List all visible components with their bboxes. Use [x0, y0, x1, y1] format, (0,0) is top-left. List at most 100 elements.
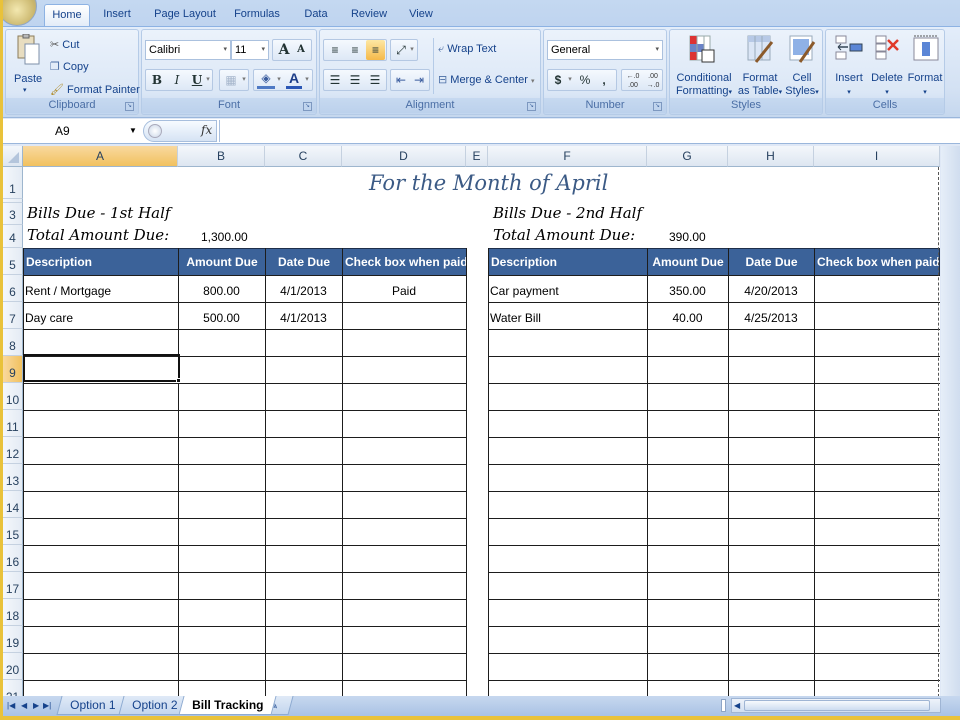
borders-button[interactable]: ▦ ▾ — [219, 69, 249, 91]
delete-cells-button[interactable]: Delete ▾ — [870, 72, 904, 99]
chevron-down-icon[interactable]: ▾ — [303, 70, 311, 90]
row-header-18[interactable]: 18 — [3, 599, 23, 626]
tab-review[interactable]: Review — [345, 4, 393, 26]
number-format-select[interactable]: General ▾ — [547, 40, 663, 60]
cut-button[interactable]: ✂ Cut — [50, 38, 79, 51]
tab-data[interactable]: Data — [299, 4, 333, 26]
increase-decimal-button[interactable]: ←.0.00 — [623, 72, 643, 90]
second-half-row-2-amount[interactable]: 40.00 — [647, 305, 728, 331]
column-header-e[interactable]: E — [466, 146, 488, 167]
second-half-row-1-amount[interactable]: 350.00 — [647, 278, 728, 304]
paste-dropdown-icon[interactable]: ▾ — [23, 86, 27, 94]
last-sheet-button[interactable]: ▶| — [43, 698, 51, 714]
grow-font-button[interactable]: A — [277, 40, 291, 60]
bold-button[interactable]: B — [150, 70, 164, 90]
conditional-formatting-button[interactable]: Conditional Formatting▾ — [675, 72, 733, 99]
align-right-button[interactable]: ☰ — [366, 70, 384, 90]
first-half-row-1-description[interactable]: Rent / Mortgage — [23, 278, 113, 304]
tab-home[interactable]: Home — [44, 4, 90, 26]
chevron-down-icon[interactable]: ▾ — [566, 70, 574, 90]
format-cells-button[interactable]: Format ▾ — [906, 72, 944, 99]
copy-button[interactable]: ❐ Copy — [50, 60, 89, 73]
wrap-text-button[interactable]: ⤶ Wrap Text — [438, 43, 496, 56]
font-size-select[interactable]: 11 ▾ — [231, 40, 269, 60]
name-box-dropdown-icon[interactable]: ▼ — [129, 121, 137, 141]
row-header-8[interactable]: 8 — [3, 329, 23, 356]
decrease-indent-button[interactable]: ⇤ — [393, 70, 409, 90]
font-color-button[interactable]: A — [286, 70, 302, 89]
row-header-13[interactable]: 13 — [3, 464, 23, 491]
column-header-c[interactable]: C — [265, 146, 342, 167]
office-button[interactable] — [3, 0, 37, 26]
row-header-3[interactable]: 3 — [3, 203, 23, 225]
decrease-decimal-button[interactable]: .00 →.0 — [643, 72, 663, 90]
row-header-10[interactable]: 10 — [3, 383, 23, 410]
align-bottom-button[interactable]: ≡ — [366, 40, 385, 60]
second-half-row-1-date[interactable]: 4/20/2013 — [728, 278, 814, 304]
row-header-6[interactable]: 6 — [3, 275, 23, 302]
increase-indent-button[interactable]: ⇥ — [411, 70, 427, 90]
selected-cell-a9[interactable] — [23, 354, 180, 382]
tab-view[interactable]: View — [403, 4, 439, 26]
second-half-row-2-description[interactable]: Water Bill — [488, 305, 543, 331]
insert-function-button[interactable]: fx — [201, 123, 212, 137]
row-header-17[interactable]: 17 — [3, 572, 23, 599]
underline-dropdown-icon[interactable]: ▾ — [204, 70, 212, 90]
font-dialog-launcher[interactable]: ↘ — [303, 102, 312, 111]
first-half-row-1-amount[interactable]: 800.00 — [178, 278, 265, 304]
row-header-14[interactable]: 14 — [3, 491, 23, 518]
row-header-20[interactable]: 20 — [3, 653, 23, 680]
chevron-down-icon[interactable]: ▾ — [275, 70, 283, 90]
column-header-b[interactable]: B — [178, 146, 265, 167]
column-header-g[interactable]: G — [647, 146, 728, 167]
currency-button[interactable]: $ — [552, 70, 564, 90]
select-all-button[interactable] — [3, 146, 23, 167]
tab-insert[interactable]: Insert — [95, 4, 139, 26]
align-middle-button[interactable]: ≡ — [346, 40, 364, 60]
row-header-19[interactable]: 19 — [3, 626, 23, 653]
horizontal-scroll-thumb[interactable] — [744, 700, 930, 711]
comma-button[interactable]: , — [598, 70, 610, 90]
insert-cells-button[interactable]: Insert ▾ — [834, 72, 864, 99]
row-header-4[interactable]: 4 — [3, 225, 23, 248]
percent-button[interactable]: % — [578, 70, 592, 90]
formula-input[interactable] — [219, 120, 960, 142]
align-top-button[interactable]: ≡ — [326, 40, 344, 60]
first-half-row-2-amount[interactable]: 500.00 — [178, 305, 265, 331]
format-painter-button[interactable]: 🖌 Format Painter — [50, 83, 140, 96]
horizontal-scrollbar[interactable]: ◀ — [731, 698, 941, 713]
row-header-11[interactable]: 11 — [3, 410, 23, 437]
row-header-15[interactable]: 15 — [3, 518, 23, 545]
alignment-dialog-launcher[interactable]: ↘ — [527, 102, 536, 111]
cell-styles-button[interactable]: Cell Styles▾ — [782, 72, 822, 99]
tab-page-layout[interactable]: Page Layout — [149, 4, 221, 26]
name-box[interactable]: A9 — [3, 121, 139, 141]
row-header-16[interactable]: 16 — [3, 545, 23, 572]
number-dialog-launcher[interactable]: ↘ — [653, 102, 662, 111]
font-name-select[interactable]: Calibri ▾ — [145, 40, 231, 60]
second-half-row-1-description[interactable]: Car payment — [488, 278, 561, 304]
next-sheet-button[interactable]: ▶ — [33, 698, 39, 714]
expand-icon[interactable] — [148, 124, 162, 138]
first-half-row-1-date[interactable]: 4/1/2013 — [265, 278, 342, 304]
fill-color-button[interactable]: ◈ — [257, 70, 275, 89]
column-header-a[interactable]: A — [23, 146, 178, 167]
underline-button[interactable]: U — [190, 70, 204, 90]
row-header-7[interactable]: 7 — [3, 302, 23, 329]
column-header-i[interactable]: I — [814, 146, 940, 167]
paste-button[interactable]: Paste — [14, 73, 42, 85]
row-header-2[interactable] — [3, 199, 23, 203]
align-left-button[interactable]: ☰ — [326, 70, 344, 90]
row-header-5[interactable]: 5 — [3, 248, 23, 275]
column-header-d[interactable]: D — [342, 146, 466, 167]
sheet-tab-bill-tracking[interactable]: Bill Tracking — [178, 696, 277, 715]
fill-handle[interactable] — [176, 378, 181, 383]
column-header-f[interactable]: F — [488, 146, 647, 167]
second-half-row-2-date[interactable]: 4/25/2013 — [728, 305, 814, 331]
orientation-button[interactable]: ⤢ ▾ — [390, 39, 418, 61]
shrink-font-button[interactable]: A — [295, 40, 307, 60]
first-half-row-2-description[interactable]: Day care — [23, 305, 75, 331]
tab-split-handle[interactable] — [721, 699, 726, 712]
row-header-9[interactable]: 9 — [3, 356, 23, 383]
italic-button[interactable]: I — [170, 70, 184, 90]
